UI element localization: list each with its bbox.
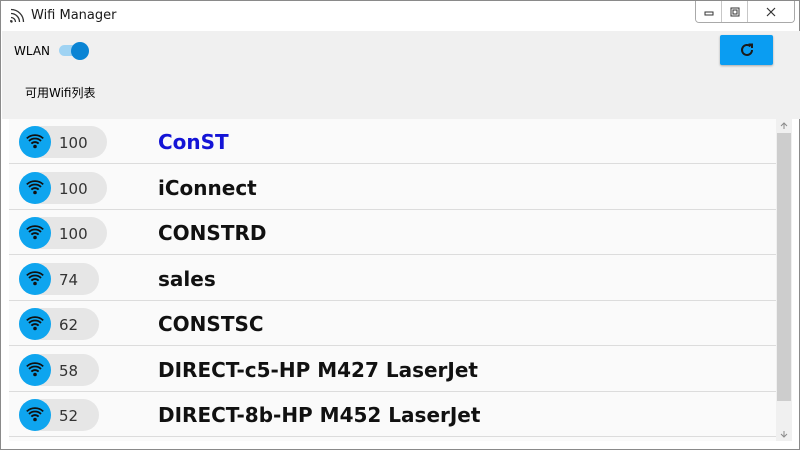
- wifi-list-item[interactable]: 58 DIRECT-c5-HP M427 LaserJet: [9, 347, 776, 392]
- wifi-icon-container: [19, 263, 51, 295]
- wifi-icon: [26, 316, 44, 331]
- signal-strength-value: 52: [59, 407, 79, 425]
- wifi-list-item[interactable]: 74 sales: [9, 256, 776, 301]
- close-icon: [766, 7, 776, 16]
- wifi-icon: [26, 180, 44, 195]
- signal-strength-value: 100: [59, 225, 88, 243]
- scroll-down-button[interactable]: [776, 427, 792, 441]
- refresh-icon: [740, 43, 753, 56]
- wifi-icon-container: [19, 172, 51, 204]
- wifi-icon: [26, 271, 44, 286]
- wifi-manager-window: Wifi Manager WLAN 可用Wifi列表 100 ConST 100…: [0, 0, 800, 450]
- signal-strength-badge: 100: [19, 172, 107, 204]
- signal-strength-value: 58: [59, 362, 79, 380]
- minimize-icon: [704, 11, 713, 15]
- window-title: Wifi Manager: [31, 8, 117, 23]
- toggle-thumb: [71, 42, 89, 60]
- signal-strength-badge: 58: [19, 354, 99, 386]
- scroll-up-button[interactable]: [776, 119, 792, 133]
- scroll-down-arrow-icon: [780, 431, 788, 438]
- title-bar[interactable]: Wifi Manager: [1, 1, 799, 31]
- wlan-toggle[interactable]: [59, 42, 91, 60]
- wifi-icon: [26, 134, 44, 149]
- scroll-thumb[interactable]: [777, 133, 791, 401]
- network-ssid: sales: [158, 267, 216, 291]
- available-wifi-list-label: 可用Wifi列表: [25, 86, 96, 100]
- signal-strength-badge: 100: [19, 217, 107, 249]
- network-ssid: iConnect: [158, 176, 257, 200]
- wifi-list[interactable]: 100 ConST 100 iConnect 100 CONSTRD 74 sales 62 CO…: [9, 119, 776, 441]
- signal-strength-badge: 74: [19, 263, 99, 295]
- wifi-list-item[interactable]: 100 CONSTRD: [9, 210, 776, 255]
- signal-strength-badge: 100: [19, 126, 107, 158]
- wifi-icon-container: [19, 308, 51, 340]
- signal-strength-value: 100: [59, 134, 88, 152]
- minimize-button[interactable]: [696, 1, 722, 22]
- signal-strength-value: 100: [59, 180, 88, 198]
- signal-strength-value: 74: [59, 271, 79, 289]
- network-ssid: CONSTRD: [158, 221, 267, 245]
- restore-button[interactable]: [722, 1, 748, 22]
- wlan-label: WLAN: [14, 44, 51, 58]
- wifi-icon-container: [19, 126, 51, 158]
- wifi-icon-container: [19, 399, 51, 431]
- wifi-icon-container: [19, 217, 51, 249]
- wifi-list-item[interactable]: 52 DIRECT-8b-HP M452 LaserJet: [9, 392, 776, 437]
- scroll-up-arrow-icon: [780, 122, 788, 129]
- wifi-list-item[interactable]: 100 ConST: [9, 119, 776, 164]
- signal-strength-badge: 62: [19, 308, 99, 340]
- wifi-icon: [26, 407, 44, 422]
- signal-strength-value: 62: [59, 316, 79, 334]
- wifi-icon: [26, 362, 44, 377]
- wifi-list-item[interactable]: 100 iConnect: [9, 165, 776, 210]
- restore-icon: [730, 7, 739, 16]
- window-controls: [695, 1, 795, 23]
- close-button[interactable]: [748, 1, 794, 22]
- refresh-button[interactable]: [720, 35, 773, 65]
- network-ssid: DIRECT-8b-HP M452 LaserJet: [158, 403, 481, 427]
- signal-strength-badge: 52: [19, 399, 99, 431]
- wifi-signal-icon: [10, 8, 25, 23]
- network-ssid: CONSTSC: [158, 312, 264, 336]
- wifi-icon-container: [19, 354, 51, 386]
- wifi-icon: [26, 225, 44, 240]
- network-ssid: DIRECT-c5-HP M427 LaserJet: [158, 358, 478, 382]
- vertical-scrollbar[interactable]: [776, 119, 792, 441]
- network-ssid: ConST: [158, 130, 229, 154]
- controls-panel: WLAN 可用Wifi列表: [2, 31, 800, 119]
- wifi-list-item[interactable]: 62 CONSTSC: [9, 301, 776, 346]
